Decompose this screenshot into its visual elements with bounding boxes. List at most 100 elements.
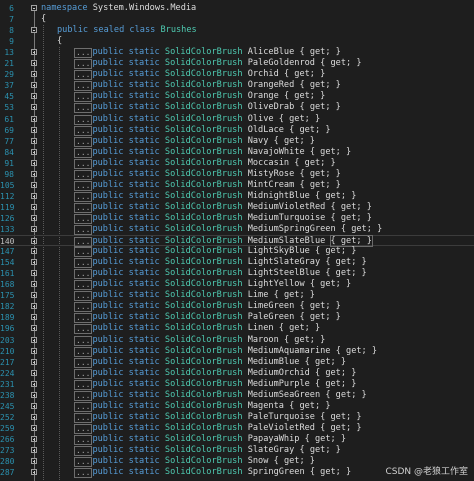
collapsed-region-marker[interactable]: ... (74, 125, 93, 136)
collapsed-region-marker[interactable]: ... (74, 313, 93, 324)
collapsed-region-marker[interactable]: ... (74, 368, 93, 379)
expand-icon[interactable] (31, 469, 37, 476)
expand-icon[interactable] (31, 60, 37, 67)
collapsed-region-marker[interactable]: ... (74, 379, 93, 390)
expand-icon[interactable] (31, 248, 37, 255)
collapsed-region-marker[interactable]: ... (74, 357, 93, 368)
expand-icon[interactable] (31, 281, 37, 288)
expand-icon[interactable] (31, 259, 37, 266)
property-accessor: { get; } (304, 433, 347, 444)
keyword-namespace: namespace (41, 3, 88, 13)
collapsed-region-marker[interactable]: ... (74, 225, 93, 235)
collapse-icon[interactable] (31, 5, 37, 11)
collapsed-region-marker[interactable]: ... (74, 59, 93, 70)
collapsed-region-marker[interactable]: ... (74, 213, 93, 224)
expand-icon[interactable] (31, 170, 37, 177)
collapsed-region-marker[interactable]: ... (74, 346, 93, 357)
expand-icon[interactable] (31, 115, 37, 122)
modifier-keywords: public static (92, 367, 160, 378)
property-declaration: ... public static SolidColorBrush MediumP… (74, 379, 356, 390)
property-name: LightSlateGray (247, 257, 321, 268)
expand-icon[interactable] (31, 435, 37, 442)
collapsed-region-marker[interactable]: ... (74, 180, 93, 191)
collapsed-region-marker[interactable]: ... (74, 191, 93, 202)
collapsed-region-marker[interactable]: ... (74, 81, 93, 92)
collapsed-region-marker[interactable]: ... (74, 247, 93, 258)
expand-icon[interactable] (31, 402, 37, 409)
property-accessor: { get; } (314, 190, 357, 201)
property-accessor: { get; } (320, 411, 362, 422)
expand-icon[interactable] (31, 82, 37, 89)
collapsed-region-marker[interactable]: ... (74, 169, 93, 180)
expand-icon[interactable] (31, 226, 37, 232)
collapsed-region-marker[interactable]: ... (74, 70, 93, 81)
collapsed-region-marker[interactable]: ... (74, 103, 93, 114)
expand-icon[interactable] (31, 203, 37, 210)
expand-icon[interactable] (31, 93, 37, 100)
code-line-property: 84... public static SolidColorBrush Navaj… (0, 147, 474, 158)
code-editor[interactable]: 6 namespace System.Windows.Media 7{8 public… (0, 0, 474, 481)
expand-icon[interactable] (31, 303, 37, 310)
collapsed-region-marker[interactable]: ... (74, 147, 93, 158)
collapsed-region-marker[interactable]: ... (74, 202, 93, 213)
collapse-icon[interactable] (31, 27, 37, 34)
collapsed-region-marker[interactable]: ... (74, 280, 93, 291)
expand-icon[interactable] (31, 447, 37, 453)
expand-icon[interactable] (31, 192, 37, 199)
expand-icon[interactable] (31, 49, 37, 56)
expand-icon[interactable] (31, 126, 37, 133)
collapsed-region-marker[interactable]: ... (74, 324, 93, 335)
property-accessor: { get; } (335, 345, 378, 356)
line-number: 133 (0, 225, 15, 234)
collapsed-region-marker[interactable]: ... (74, 269, 93, 280)
expand-icon[interactable] (31, 159, 37, 166)
modifier-keywords: public static (92, 190, 160, 201)
collapsed-region-marker[interactable]: ... (74, 446, 93, 456)
expand-icon[interactable] (31, 413, 37, 420)
expand-icon[interactable] (31, 424, 37, 431)
property-accessor: { get; } (299, 312, 341, 323)
property-type: SolidColorBrush (164, 290, 243, 301)
collapsed-region-marker[interactable]: ... (74, 468, 93, 479)
collapsed-region-marker[interactable]: ... (74, 457, 93, 468)
expand-icon[interactable] (31, 238, 37, 245)
expand-icon[interactable] (31, 181, 37, 188)
collapsed-region-marker[interactable]: ... (74, 412, 93, 423)
collapsed-region-marker[interactable]: ... (74, 92, 93, 103)
collapsed-region-marker[interactable]: ... (74, 291, 93, 302)
code-line: 7{ (0, 14, 474, 25)
collapsed-region-marker[interactable]: ... (74, 390, 93, 401)
collapsed-region-marker[interactable]: ... (74, 136, 93, 147)
collapsed-region-marker[interactable]: ... (74, 423, 93, 434)
collapsed-region-marker[interactable]: ... (74, 48, 93, 59)
expand-icon[interactable] (31, 148, 37, 155)
expand-icon[interactable] (31, 104, 37, 111)
expand-icon[interactable] (31, 369, 37, 376)
property-declaration: ... public static SolidColorBrush MediumB… (74, 357, 346, 368)
line-number: 203 (0, 335, 15, 345)
collapsed-region-marker[interactable]: ... (74, 258, 93, 269)
property-name: OrangeRed (247, 80, 295, 91)
collapsed-region-marker[interactable]: ... (74, 335, 93, 346)
line-number: 112 (0, 191, 15, 201)
expand-icon[interactable] (31, 347, 37, 354)
expand-icon[interactable] (31, 71, 37, 78)
expand-icon[interactable] (31, 391, 37, 398)
expand-icon[interactable] (31, 325, 37, 332)
expand-icon[interactable] (31, 336, 37, 343)
expand-icon[interactable] (31, 292, 37, 299)
property-name: MediumOrchid (247, 367, 310, 378)
expand-icon[interactable] (31, 270, 37, 277)
expand-icon[interactable] (31, 314, 37, 321)
collapsed-region-marker[interactable]: ... (74, 302, 93, 313)
property-name: PaleTurquoise (247, 411, 315, 422)
collapsed-region-marker[interactable]: ... (74, 434, 93, 445)
collapsed-region-marker[interactable]: ... (74, 114, 93, 125)
expand-icon[interactable] (31, 358, 37, 365)
collapsed-region-marker[interactable]: ... (74, 158, 93, 169)
expand-icon[interactable] (31, 380, 37, 387)
collapsed-region-marker[interactable]: ... (74, 401, 93, 412)
expand-icon[interactable] (31, 214, 37, 221)
expand-icon[interactable] (31, 137, 37, 144)
expand-icon[interactable] (31, 458, 37, 465)
